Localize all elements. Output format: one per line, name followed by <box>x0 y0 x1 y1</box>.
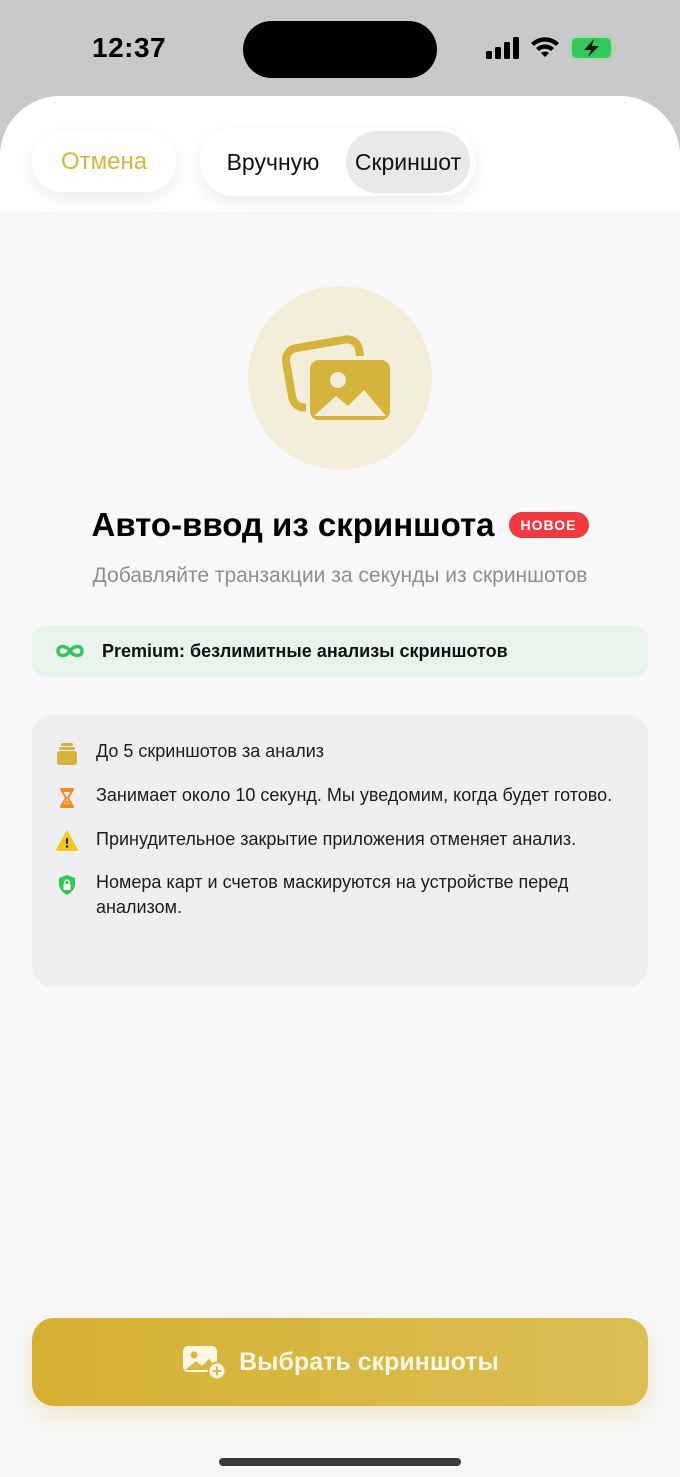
stack-icon <box>56 739 78 765</box>
signal-icon <box>486 37 519 59</box>
home-indicator <box>219 1458 461 1466</box>
list-item: Принудительное закрытие приложения отмен… <box>56 827 624 852</box>
page-title: Авто-ввод из скриншота <box>91 506 495 543</box>
tab-screenshot[interactable]: Скриншот <box>346 131 470 193</box>
select-screenshots-label: Выбрать скриншоты <box>239 1347 499 1376</box>
infinity-icon <box>56 644 84 658</box>
status-icons <box>486 36 618 60</box>
info-card: До 5 скриншотов за анализ Занимает около… <box>32 715 648 987</box>
cancel-button[interactable]: Отмена <box>32 132 176 192</box>
warning-icon <box>56 827 78 851</box>
info-text: Принудительное закрытие приложения отмен… <box>96 829 577 849</box>
new-badge: НОВОЕ <box>508 512 589 538</box>
info-text: Номера карт и счетов маскируются на устр… <box>96 872 569 917</box>
list-item: Номера карт и счетов маскируются на устр… <box>56 870 624 920</box>
mode-segmented-control: Вручную Скриншот <box>200 128 476 196</box>
select-screenshots-button[interactable]: Выбрать скриншоты <box>32 1318 648 1406</box>
photos-icon <box>282 335 394 424</box>
list-item: До 5 скриншотов за анализ <box>56 739 624 765</box>
hourglass-icon <box>56 783 78 809</box>
dynamic-island <box>243 21 437 78</box>
hero-icon-circle <box>248 286 432 470</box>
photo-add-icon <box>183 1346 227 1380</box>
tab-manual[interactable]: Вручную <box>212 128 334 196</box>
sheet: Отмена Вручную Скриншот Авто-ввод из скр… <box>0 96 680 1477</box>
wifi-icon <box>531 37 559 57</box>
premium-banner: Premium: безлимитные анализы скриншотов <box>32 625 648 677</box>
title-row: Авто-ввод из скриншота НОВОЕ <box>0 506 680 544</box>
shield-lock-icon <box>56 870 78 896</box>
info-text: До 5 скриншотов за анализ <box>96 741 325 761</box>
list-item: Занимает около 10 секунд. Мы уведомим, к… <box>56 783 624 809</box>
status-bar: 12:37 <box>0 0 680 96</box>
info-text: Занимает около 10 секунд. Мы уведомим, к… <box>96 785 613 805</box>
status-time: 12:37 <box>92 32 167 63</box>
premium-text: Premium: безлимитные анализы скриншотов <box>102 640 508 661</box>
page-subtitle: Добавляйте транзакции за секунды из скри… <box>92 564 588 587</box>
battery-charging-icon <box>570 36 617 60</box>
